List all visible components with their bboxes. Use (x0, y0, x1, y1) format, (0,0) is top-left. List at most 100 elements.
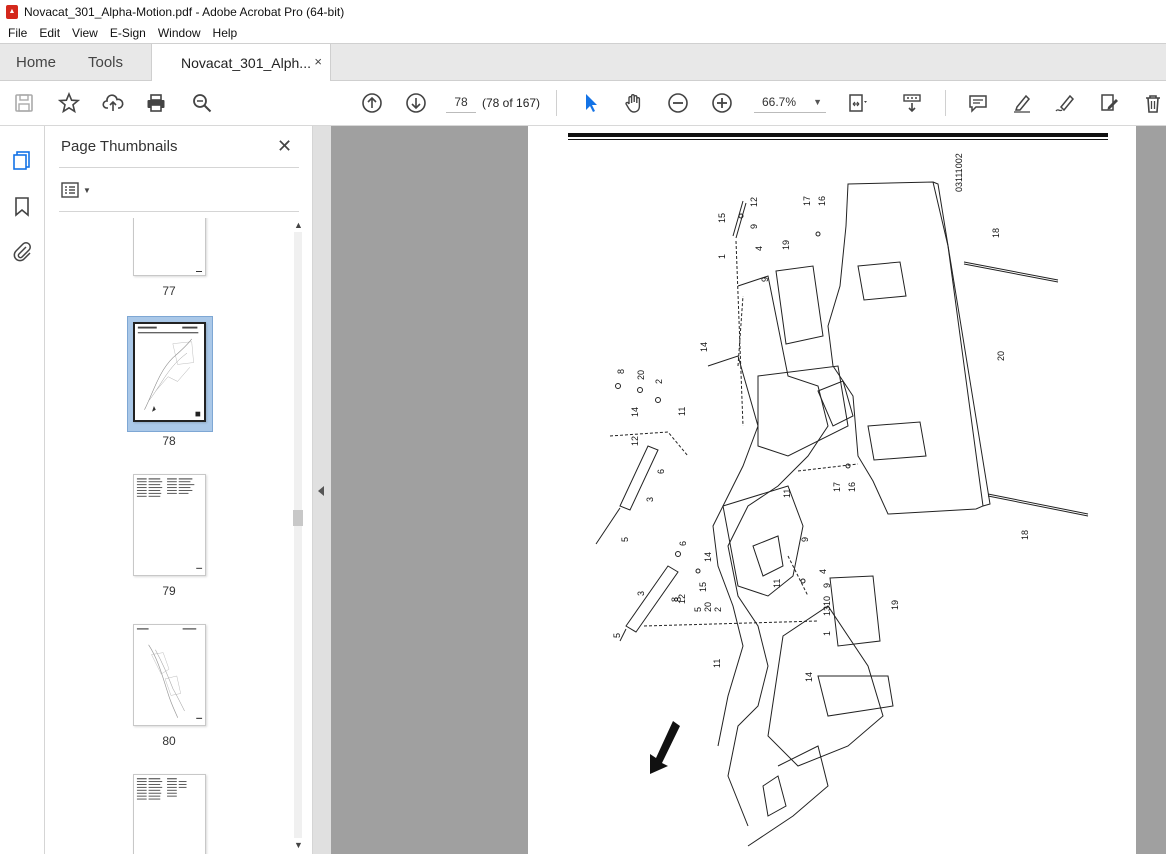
highlight-icon[interactable] (1010, 91, 1034, 115)
thumbnail-label: 80 (162, 734, 176, 748)
thumbnail-label: 79 (162, 584, 176, 598)
print-icon[interactable] (144, 91, 168, 115)
menu-window[interactable]: Window (152, 26, 207, 40)
part-label: 2 (654, 379, 664, 384)
thumbnail-table (136, 778, 187, 800)
hand-icon[interactable] (622, 91, 646, 115)
part-label: 16 (847, 482, 857, 492)
collapse-arrow-icon (318, 486, 324, 496)
thumbnail-scrollbar[interactable]: ▲ ▼ (291, 218, 305, 854)
part-label: 2 (713, 607, 723, 612)
part-label: 9 (822, 583, 832, 588)
fit-page-icon[interactable] (845, 91, 869, 115)
tab-bar: Home Tools Novacat_301_Alph... × (0, 43, 1166, 82)
panel-title: Page Thumbnails (61, 138, 178, 155)
part-label: 4 (818, 569, 828, 574)
part-label: 9 (760, 277, 770, 282)
toolbar-divider (945, 90, 946, 116)
upload-icon[interactable] (101, 91, 125, 115)
part-label: 14 (699, 342, 709, 352)
star-icon[interactable] (57, 91, 81, 115)
sign-icon[interactable] (1053, 91, 1077, 115)
tab-home[interactable]: Home (16, 44, 56, 81)
exploded-parts-drawing: 03111002 12 15 9 4 1 9 19 17 16 18 20 14… (568, 133, 1108, 847)
thumbnail-page-79[interactable] (133, 474, 206, 576)
part-label: 20 (996, 351, 1006, 361)
menu-bar: File Edit View E-Sign Window Help (0, 23, 1166, 43)
menu-esign[interactable]: E-Sign (104, 26, 152, 40)
part-label: 11 (677, 407, 687, 416)
delete-icon[interactable] (1141, 91, 1165, 115)
pdf-page: 03111002 12 15 9 4 1 9 19 17 16 18 20 14… (528, 126, 1136, 854)
page-number-input[interactable] (446, 91, 476, 113)
zoom-in-icon[interactable] (710, 91, 734, 115)
collapse-panel-handle[interactable] (313, 126, 331, 854)
part-label: 5 (693, 607, 703, 612)
select-cursor-icon[interactable] (578, 91, 602, 115)
page-thumbnails-icon[interactable] (10, 148, 34, 172)
menu-edit[interactable]: Edit (33, 26, 66, 40)
thumbnail-page-80[interactable] (133, 624, 206, 726)
part-label: 15 (698, 582, 708, 592)
part-label: 14 (804, 672, 814, 682)
thumbnail-page-81[interactable] (133, 774, 206, 854)
close-tab-icon[interactable]: × (314, 54, 322, 69)
part-label: 14 (630, 407, 640, 417)
part-label: 5 (620, 537, 630, 542)
thumbnail-page-77[interactable] (133, 218, 206, 276)
toolbar-divider (556, 90, 557, 116)
bookmark-icon[interactable] (10, 194, 34, 218)
zoom-search-icon[interactable] (190, 91, 214, 115)
part-label: 19 (890, 600, 900, 610)
edit-pdf-icon[interactable] (1097, 91, 1121, 115)
part-label: 5 (612, 633, 622, 638)
part-label: 19 (781, 240, 791, 250)
part-label: 20 (636, 370, 646, 380)
menu-help[interactable]: Help (207, 26, 244, 40)
attachment-icon[interactable] (10, 239, 34, 263)
part-label: 10 (822, 596, 832, 606)
part-label: 11 (782, 489, 792, 498)
part-label: 4 (754, 246, 764, 251)
pdf-file-icon: ▲ (6, 4, 18, 19)
part-label: 11 (772, 579, 782, 588)
part-label: 8 (670, 597, 680, 602)
comment-icon[interactable] (966, 91, 990, 115)
part-label: 9 (749, 224, 759, 229)
part-label: 20 (703, 602, 713, 612)
page-count-label: (78 of 167) (482, 96, 541, 110)
tab-document[interactable]: Novacat_301_Alph... × (151, 44, 331, 82)
scroll-down-icon[interactable]: ▼ (294, 840, 303, 850)
menu-view[interactable]: View (66, 26, 104, 40)
part-label: 3 (645, 497, 655, 502)
zoom-value: 66.7% (762, 94, 797, 109)
part-label: 11 (712, 659, 722, 668)
save-icon[interactable] (12, 91, 36, 115)
thumbnail-label: 77 (162, 284, 176, 298)
thumbnail-page-78[interactable] (133, 322, 206, 422)
page-thumbnails-panel: Page Thumbnails ✕ ▼ 77 78 79 80 ▲ ▼ (45, 126, 313, 854)
menu-file[interactable]: File (2, 26, 33, 40)
scroll-track[interactable] (294, 232, 302, 838)
part-label: 18 (991, 228, 1001, 238)
list-options-icon (61, 182, 79, 198)
part-label: 9 (800, 537, 810, 542)
scroll-thumb[interactable] (293, 510, 303, 526)
part-label: 12 (630, 436, 640, 446)
zoom-out-icon[interactable] (666, 91, 690, 115)
next-page-icon[interactable] (404, 91, 428, 115)
scroll-up-icon[interactable]: ▲ (294, 220, 303, 230)
part-label: 15 (717, 213, 727, 223)
thumbnail-options-button[interactable]: ▼ (61, 180, 97, 200)
scroll-mode-icon[interactable] (900, 91, 924, 115)
tab-tools[interactable]: Tools (88, 44, 123, 81)
zoom-dropdown[interactable]: 66.7% ▼ (754, 91, 826, 113)
tab-document-label: Novacat_301_Alph... (181, 55, 311, 71)
title-bar: ▲ Novacat_301_Alpha-Motion.pdf - Adobe A… (0, 0, 1166, 23)
part-label: 17 (802, 196, 812, 206)
close-icon[interactable]: ✕ (277, 136, 292, 157)
window-title: Novacat_301_Alpha-Motion.pdf - Adobe Acr… (24, 4, 345, 19)
divider (59, 167, 299, 168)
thumbnail-drawing (136, 628, 203, 719)
prev-page-icon[interactable] (360, 91, 384, 115)
